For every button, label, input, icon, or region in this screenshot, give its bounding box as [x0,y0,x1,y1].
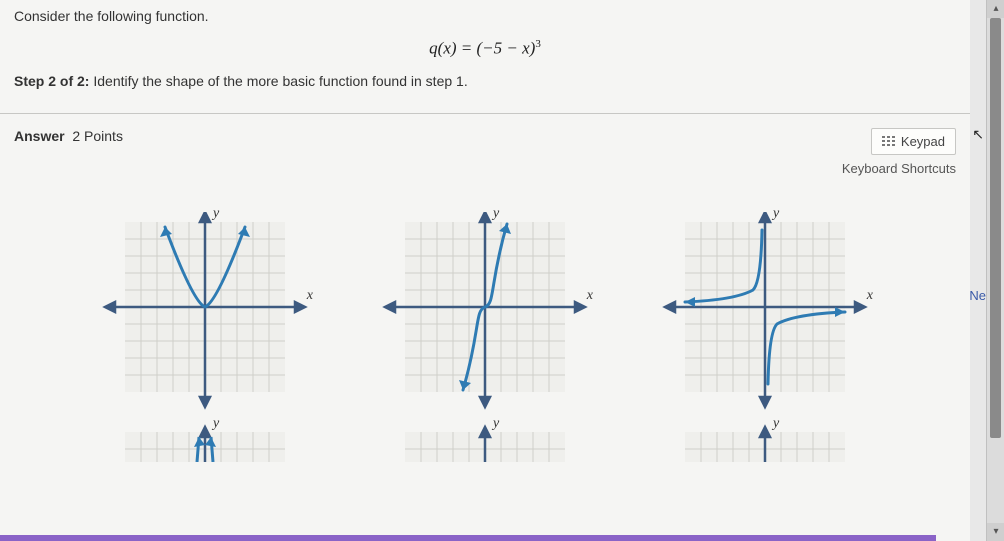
next-button[interactable]: Ne [969,288,986,303]
x-axis-label: x [587,288,593,304]
graph-option-3[interactable]: y x [655,212,875,412]
keypad-label: Keypad [901,134,945,149]
graph-option-4[interactable]: y [95,422,315,462]
step-instruction: Step 2 of 2: Identify the shape of the m… [14,73,956,89]
graph-options-row: y x [0,182,970,412]
y-axis-label: y [773,416,779,432]
x-axis-label: x [867,288,873,304]
formula-body: q(x) = (−5 − x) [429,39,535,58]
answer-word: Answer [14,128,65,144]
graph-1-svg [95,212,315,412]
graph-options-row-2: y y [0,412,970,462]
formula: q(x) = (−5 − x)3 [14,38,956,59]
step-label: Step 2 of 2: [14,73,89,89]
x-axis-label: x [307,288,313,304]
question-panel: Consider the following function. q(x) = … [0,0,970,541]
cursor-icon: ↖ [972,126,984,143]
graph-5-svg [375,422,595,462]
graph-option-5[interactable]: y [375,422,595,462]
answer-tools: Keypad Keyboard Shortcuts [842,128,956,176]
keypad-icon [882,136,895,147]
formula-exponent: 3 [535,38,541,50]
y-axis-label: y [493,416,499,432]
graph-4-svg [95,422,315,462]
y-axis-label: y [493,206,499,222]
keypad-button[interactable]: Keypad [871,128,956,155]
vertical-scrollbar[interactable]: ▴ ▾ [986,0,1004,541]
scroll-thumb[interactable] [990,18,1001,438]
y-axis-label: y [213,416,219,432]
bottom-accent-strip [0,535,936,541]
graph-option-1[interactable]: y x [95,212,315,412]
graph-option-6[interactable]: y [655,422,875,462]
question-prompt: Consider the following function. [14,8,956,24]
graph-2-svg [375,212,595,412]
side-panel-peek: ↖ Ne [970,0,986,541]
step-text: Identify the shape of the more basic fun… [89,73,467,89]
answer-bar: Answer 2 Points Keypad Keyboard Shortcut… [0,114,970,182]
question-section: Consider the following function. q(x) = … [0,0,970,103]
scroll-track[interactable] [990,18,1001,523]
graph-3-svg [655,212,875,412]
y-axis-label: y [773,206,779,222]
scroll-down-button[interactable]: ▾ [987,523,1004,541]
y-axis-label: y [213,206,219,222]
keyboard-shortcuts-link[interactable]: Keyboard Shortcuts [842,161,956,176]
graph-option-2[interactable]: y x [375,212,595,412]
graph-6-svg [655,422,875,462]
answer-label: Answer 2 Points [14,128,123,144]
scroll-up-button[interactable]: ▴ [987,0,1004,18]
answer-points: 2 Points [72,128,123,144]
